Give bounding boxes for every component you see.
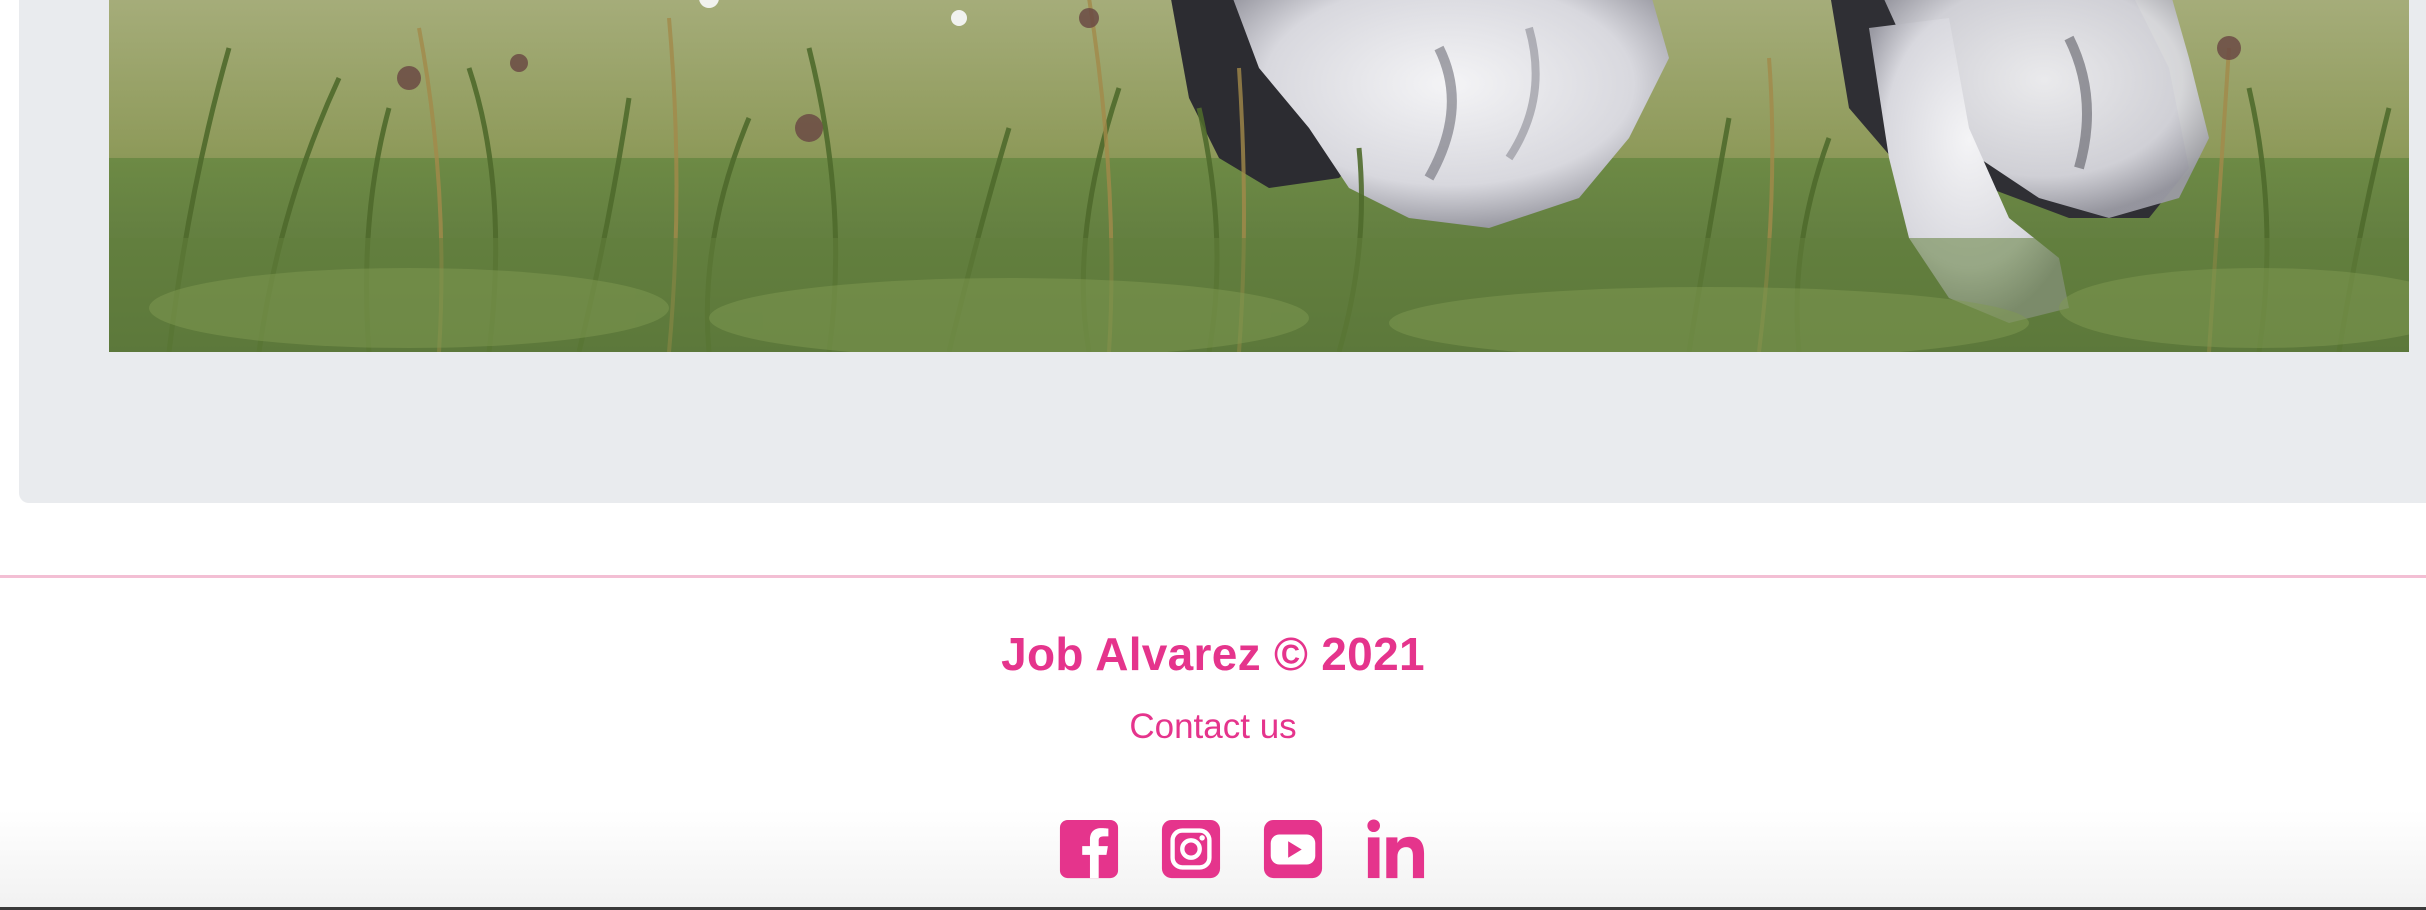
grass-dog-image [109,0,2409,352]
facebook-icon [1059,819,1119,879]
linkedin-icon [1367,819,1425,879]
site-footer: Job Alvarez © 2021 Contact us [0,578,2426,910]
content-card [19,0,2426,503]
social-links [1058,818,1426,882]
contact-wrapper: Contact us [0,702,2426,752]
linkedin-link[interactable] [1364,818,1426,880]
page: Job Alvarez © 2021 Contact us [0,0,2426,910]
hero-photo [109,0,2409,352]
instagram-link[interactable] [1160,818,1222,880]
contact-us-link[interactable]: Contact us [1129,707,1296,746]
facebook-link[interactable] [1058,818,1120,880]
copyright-text: Job Alvarez © 2021 [1001,628,1425,680]
youtube-icon [1263,819,1323,879]
instagram-icon [1161,819,1221,879]
youtube-link[interactable] [1262,818,1324,880]
